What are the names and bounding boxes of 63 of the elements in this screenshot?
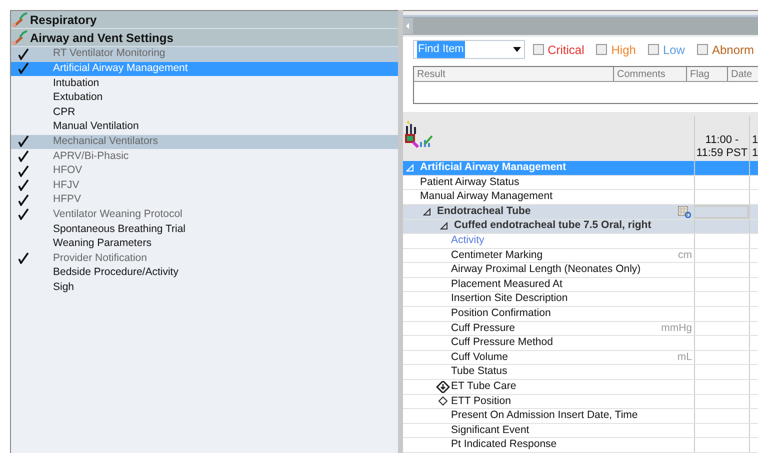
- tools-icon: [11, 30, 29, 46]
- navigator-item[interactable]: Sigh: [11, 280, 398, 296]
- navigator-item[interactable]: Ventilator Weaning Protocol: [11, 208, 398, 222]
- flag-checkbox[interactable]: Low: [648, 40, 685, 59]
- row-label: ET Tube Care: [451, 378, 516, 394]
- row-label: Insertion Site Description: [451, 291, 568, 306]
- navigator-item[interactable]: HFPV: [11, 192, 398, 208]
- row-label: Cuff Volume: [451, 350, 508, 365]
- section-header[interactable]: Airway and Vent Settings: [11, 29, 398, 47]
- time-column-header[interactable]: 1: [752, 147, 758, 160]
- navigator-item[interactable]: HFOV: [11, 164, 398, 178]
- flag-checkbox[interactable]: Abnorm: [696, 40, 754, 59]
- navigator-item[interactable]: Weaning Parameters: [11, 236, 398, 252]
- navigator-section-item[interactable]: RT Ventilator Monitoring: [11, 47, 398, 62]
- navigator-item[interactable]: Extubation: [11, 90, 398, 106]
- focused-cell[interactable]: [694, 204, 749, 218]
- row-label: Significant Event: [451, 422, 530, 438]
- row-label: ETT Position: [451, 394, 511, 409]
- collapse-icon[interactable]: [440, 222, 450, 230]
- column-header[interactable]: Result: [414, 67, 614, 82]
- row-label: Placement Measured At: [451, 276, 562, 292]
- form-diamond-icon[interactable]: [436, 380, 450, 393]
- row-label: Patient Airway Status: [420, 174, 520, 190]
- flag-checkbox[interactable]: High: [596, 40, 636, 59]
- navigator-item[interactable]: CPR: [11, 105, 398, 120]
- navigator-item[interactable]: Provider Notification: [11, 251, 398, 266]
- column-header[interactable]: Comments: [614, 67, 687, 82]
- row-label: Centimeter Marking: [451, 248, 543, 263]
- row-label: Cuff Pressure Method: [451, 335, 553, 350]
- navigator-item[interactable]: Artificial Airway Management: [11, 62, 398, 76]
- navigator-item[interactable]: Intubation: [11, 76, 398, 91]
- row-label[interactable]: Activity: [451, 233, 484, 249]
- row-label: Tube Status: [451, 364, 508, 380]
- find-item-dropdown[interactable]: Find Item: [413, 40, 525, 60]
- grid-refresh-icon[interactable]: [678, 206, 691, 218]
- row-label: Airway Proximal Length (Neonates Only): [451, 262, 641, 278]
- row-label: Position Confirmation: [451, 306, 551, 321]
- flag-checkbox[interactable]: Critical: [532, 40, 584, 59]
- unit-label: mL: [677, 350, 692, 365]
- navigator-item[interactable]: Bedside Procedure/Activity: [11, 266, 398, 280]
- navigator-item[interactable]: HFJV: [11, 178, 398, 193]
- navigator-section-item[interactable]: Mechanical Ventilators: [11, 134, 398, 150]
- row-label: Cuff Pressure: [451, 320, 515, 336]
- navigator-item[interactable]: APRV/Bi-Phasic: [11, 149, 398, 164]
- column-header[interactable]: Flag: [687, 67, 728, 82]
- unit-label: cm: [678, 248, 692, 263]
- navigator-item[interactable]: Spontaneous Breathing Trial: [11, 222, 398, 237]
- tools-icon: [11, 12, 29, 28]
- time-column-header[interactable]: 1: [752, 134, 758, 148]
- chart-columns-icon[interactable]: [405, 120, 419, 134]
- row-label: Pt Indicated Response: [451, 437, 557, 452]
- collapse-icon[interactable]: [423, 208, 433, 216]
- column-header[interactable]: Date: [728, 67, 758, 82]
- grid-edit-icon[interactable]: [405, 134, 419, 148]
- time-column-header[interactable]: 11:00 -: [705, 134, 739, 148]
- row-label: Manual Airway Management: [420, 189, 552, 204]
- section-header[interactable]: Respiratory: [11, 11, 398, 29]
- time-column-header[interactable]: 11:59 PST: [696, 147, 748, 160]
- scroll-bar[interactable]: [403, 15, 758, 35]
- unit-label: mmHg: [661, 320, 692, 336]
- row-label: Present On Admission Insert Date, Time: [451, 408, 638, 424]
- caret-icon[interactable]: [512, 47, 521, 52]
- navigator-item[interactable]: Manual Ventilation: [11, 120, 398, 135]
